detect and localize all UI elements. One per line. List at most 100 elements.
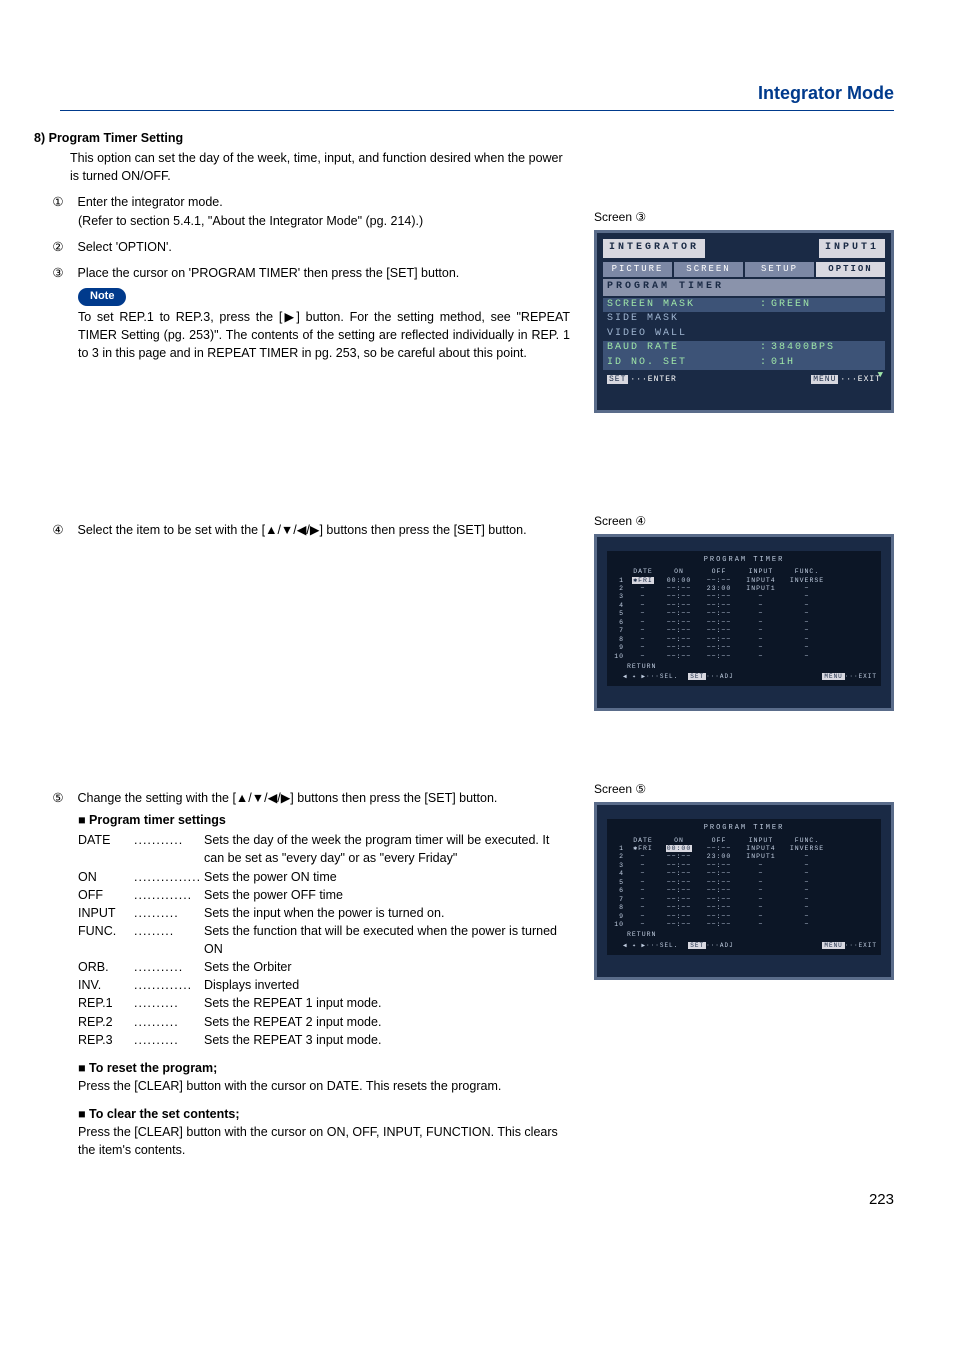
screen-3-label: Screen ③ bbox=[594, 209, 894, 226]
osd-key-set: SET bbox=[607, 375, 628, 384]
step-3-text: Place the cursor on 'PROGRAM TIMER' then… bbox=[77, 266, 459, 280]
program-timer-settings: ■ Program timer settings DATE...........… bbox=[78, 811, 570, 1049]
pt-row: 5−−−:−−−−:−−−− bbox=[611, 879, 877, 887]
section-intro: This option can set the day of the week,… bbox=[70, 149, 570, 185]
reset-heading: ■ To reset the program; bbox=[78, 1059, 570, 1077]
pt-row: 8−−−:−−−−:−−−− bbox=[611, 636, 877, 644]
section-title: Program Timer Setting bbox=[49, 131, 184, 145]
pt-head-off: OFF bbox=[699, 567, 739, 576]
osd-input-label: INPUT1 bbox=[819, 239, 885, 258]
osd-item-label: BAUD RATE bbox=[607, 341, 757, 356]
osd-item-value bbox=[771, 327, 881, 342]
osd-screen-3: INTEGRATOR INPUT1 PICTURESCREENSETUPOPTI… bbox=[594, 230, 894, 412]
settings-desc: Sets the REPEAT 3 input mode. bbox=[204, 1031, 570, 1049]
pt-row: 4−−−:−−−−:−−−− bbox=[611, 602, 877, 610]
step-5-text: Change the setting with the [▲/▼/◀/▶] bu… bbox=[77, 791, 497, 805]
pt-row: 6−−−:−−−−:−−−− bbox=[611, 619, 877, 627]
step-1-sub: (Refer to section 5.4.1, "About the Inte… bbox=[78, 212, 570, 230]
pt-row: 8−−−:−−−−:−−−− bbox=[611, 904, 877, 912]
pt-row: 7−−−:−−−−:−−−− bbox=[611, 627, 877, 635]
pt-row: 3−−−:−−−−:−−−− bbox=[611, 862, 877, 870]
pt5-head-input: INPUT bbox=[739, 836, 783, 845]
section-heading: 8) Program Timer Setting bbox=[34, 129, 570, 147]
settings-desc: Sets the Orbiter bbox=[204, 958, 570, 976]
settings-row: INV..............Displays inverted bbox=[78, 976, 570, 994]
reset-body: Press the [CLEAR] button with the cursor… bbox=[78, 1077, 570, 1095]
osd-item-value: 01H bbox=[771, 356, 881, 371]
note-body: To set REP.1 to REP.3, press the [▶] but… bbox=[78, 308, 570, 362]
osd-item: ID NO. SET:01H bbox=[603, 356, 885, 371]
step-1-number: ① bbox=[60, 193, 74, 211]
section-number: 8) bbox=[34, 131, 45, 145]
osd-footer-left: SET···ENTER bbox=[607, 374, 677, 386]
pt5-return: RETURN bbox=[611, 930, 877, 939]
osd-tab-screen: SCREEN bbox=[674, 262, 743, 277]
osd-screen-5: PROGRAM TIMER DATE ON OFF INPUT FUNC. 1✱… bbox=[594, 802, 894, 979]
pt5-head-func: FUNC. bbox=[783, 836, 831, 845]
settings-row: REP.1..........Sets the REPEAT 1 input m… bbox=[78, 994, 570, 1012]
pt-row: 5−−−:−−−−:−−−− bbox=[611, 610, 877, 618]
osd-item-value: GREEN bbox=[771, 298, 881, 313]
pt-row: 6−−−:−−−−:−−−− bbox=[611, 887, 877, 895]
settings-term: ON bbox=[78, 868, 134, 886]
settings-desc: Sets the power ON time bbox=[204, 868, 570, 886]
step-3: ③ Place the cursor on 'PROGRAM TIMER' th… bbox=[60, 264, 570, 282]
pt-head-date: DATE bbox=[627, 567, 659, 576]
step-1-text: Enter the integrator mode. bbox=[77, 195, 222, 209]
osd-item-label: SCREEN MASK bbox=[607, 298, 757, 313]
settings-term: REP.2 bbox=[78, 1013, 134, 1031]
pt-title-5: PROGRAM TIMER bbox=[611, 823, 877, 833]
osd-title: INTEGRATOR bbox=[603, 239, 705, 258]
page-number: 223 bbox=[60, 1189, 894, 1211]
pt5-footer-adj: SET···ADJ bbox=[688, 942, 733, 951]
clear-body: Press the [CLEAR] button with the cursor… bbox=[78, 1123, 570, 1159]
settings-row: ORB............Sets the Orbiter bbox=[78, 958, 570, 976]
pt-row: 1✱FRI00:00−−:−−INPUT4INVERSE bbox=[611, 845, 877, 853]
settings-row: INPUT..........Sets the input when the p… bbox=[78, 904, 570, 922]
pt-row: 10−−−:−−−−:−−−− bbox=[611, 653, 877, 661]
osd-screen-4: PROGRAM TIMER DATE ON OFF INPUT FUNC. 1✱… bbox=[594, 534, 894, 711]
pt5-head-on: ON bbox=[659, 836, 699, 845]
pt-head-on: ON bbox=[659, 567, 699, 576]
settings-term: FUNC. bbox=[78, 922, 134, 958]
osd-item: SIDE MASK bbox=[603, 312, 885, 327]
osd-tab-picture: PICTURE bbox=[603, 262, 672, 277]
page-title: Integrator Mode bbox=[60, 80, 894, 111]
settings-desc: Sets the input when the power is turned … bbox=[204, 904, 570, 922]
step-2-number: ② bbox=[60, 238, 74, 256]
settings-term: INV. bbox=[78, 976, 134, 994]
pt-row: 10−−−:−−−−:−−−− bbox=[611, 921, 877, 929]
pt-footer-exit: MENU···EXIT bbox=[822, 673, 877, 682]
osd-item-label: VIDEO WALL bbox=[607, 327, 757, 342]
pt-row: 1✱FRI00:00−−:−−INPUT4INVERSE bbox=[611, 577, 877, 585]
settings-desc: Sets the REPEAT 2 input mode. bbox=[204, 1013, 570, 1031]
osd-scroll-down-icon: ▼ bbox=[878, 369, 885, 382]
osd-item-label: ID NO. SET bbox=[607, 356, 757, 371]
screen-4-label: Screen ④ bbox=[594, 513, 894, 530]
step-1: ① Enter the integrator mode. bbox=[60, 193, 570, 211]
osd-group-title: PROGRAM TIMER bbox=[603, 279, 885, 296]
settings-desc: Sets the function that will be executed … bbox=[204, 922, 570, 958]
step-4: ④ Select the item to be set with the [▲/… bbox=[60, 521, 570, 539]
settings-row: ON...............Sets the power ON time bbox=[78, 868, 570, 886]
step-4-number: ④ bbox=[60, 521, 74, 539]
pt-row: 3−−−:−−−−:−−−− bbox=[611, 593, 877, 601]
settings-desc: Displays inverted bbox=[204, 976, 570, 994]
pt-row: 2−−−:−−23:00INPUT1− bbox=[611, 585, 877, 593]
settings-term: DATE bbox=[78, 831, 134, 867]
pt-row: 9−−−:−−−−:−−−− bbox=[611, 644, 877, 652]
settings-row: OFF.............Sets the power OFF time bbox=[78, 886, 570, 904]
pt-head-input: INPUT bbox=[739, 567, 783, 576]
pt5-footer-exit: MENU···EXIT bbox=[822, 942, 877, 951]
pt-head-func: FUNC. bbox=[783, 567, 831, 576]
settings-row: REP.3..........Sets the REPEAT 3 input m… bbox=[78, 1031, 570, 1049]
settings-desc: Sets the day of the week the program tim… bbox=[204, 831, 570, 867]
pt-row: 2−−−:−−23:00INPUT1− bbox=[611, 853, 877, 861]
step-2-text: Select 'OPTION'. bbox=[77, 240, 171, 254]
clear-heading: ■ To clear the set contents; bbox=[78, 1105, 570, 1123]
step-4-text: Select the item to be set with the [▲/▼/… bbox=[77, 523, 526, 537]
pt-row: 4−−−:−−−−:−−−− bbox=[611, 870, 877, 878]
pt-row: 7−−−:−−−−:−−−− bbox=[611, 896, 877, 904]
settings-term: REP.1 bbox=[78, 994, 134, 1012]
step-5: ⑤ Change the setting with the [▲/▼/◀/▶] … bbox=[60, 789, 570, 807]
